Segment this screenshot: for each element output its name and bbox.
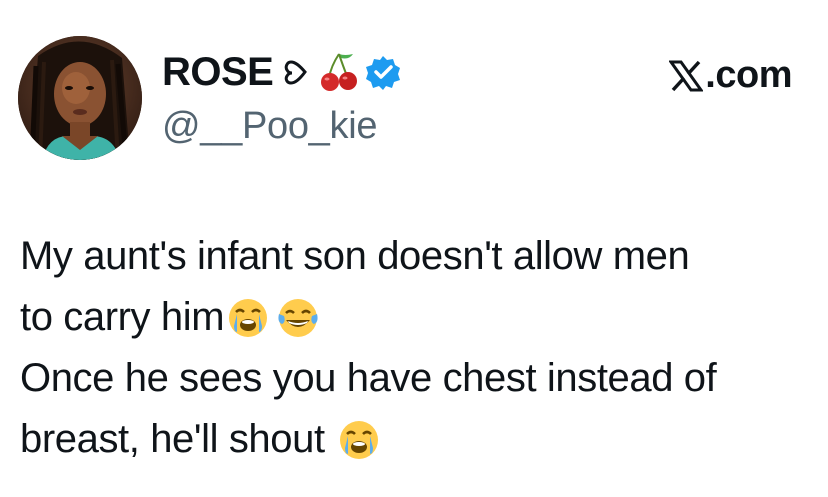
tweet-line-text: Once he sees you have chest instead of [20,356,717,400]
cherries-icon [319,50,359,94]
tweet-line: My aunt's infant son doesn't allow men [20,226,816,287]
tweet-line-text: breast, he'll shout [20,417,325,461]
tweet-line-text: to carry him [20,295,225,339]
display-name[interactable]: ROSE [162,48,274,96]
name-row: ROSE [162,48,401,96]
tweet-card: ROSE @__Poo_kie .com My aunt's infant so… [0,0,828,497]
brand-label: .com [705,54,792,96]
x-logo-icon [669,60,704,92]
loudly-crying-face-icon [226,296,270,340]
tweet-line: to carry him [20,287,816,348]
tweet-line-text: My aunt's infant son doesn't allow men [20,234,690,278]
author-block: ROSE @__Poo_kie [162,48,401,152]
tweet-line: breast, he'll shout [20,409,816,470]
brand-link[interactable]: .com [669,54,792,97]
heart-on-side-icon [281,57,311,87]
user-handle[interactable]: @__Poo_kie [162,100,401,152]
verified-badge-icon [365,54,401,90]
loudly-crying-face-icon [337,418,381,462]
face-with-tears-of-joy-icon [276,296,320,340]
tweet-line: Once he sees you have chest instead of [20,348,816,409]
tweet-text: My aunt's infant son doesn't allow men t… [20,226,816,470]
avatar[interactable] [18,36,142,160]
